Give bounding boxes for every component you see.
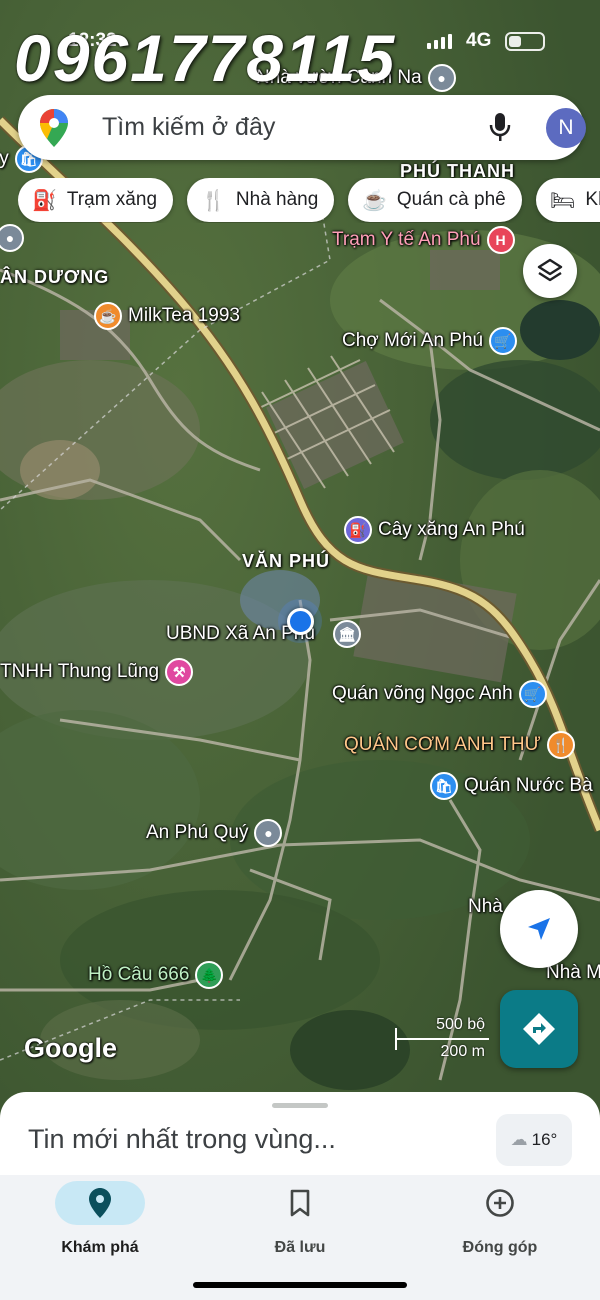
- park-icon: 🌲: [195, 961, 224, 989]
- poi-tnhh-thung-lung[interactable]: TNHH Thung Lũng ⚒: [0, 658, 194, 686]
- gas-icon: ⛽: [344, 516, 372, 544]
- poi-cay-xang-an-phu[interactable]: ⛽ Cây xăng An Phú: [344, 516, 531, 544]
- poi-label: QUÁN CƠM ANH THƯ: [344, 734, 541, 755]
- shopping-icon: 🛒: [489, 327, 518, 355]
- poi-label: Nhà M: [546, 962, 600, 983]
- pin-icon: ●: [0, 224, 24, 252]
- poi-tram-y-te-an-phu[interactable]: Trạm Y tế An Phú H: [326, 226, 515, 254]
- poi-cho-moi-an-phu[interactable]: Chợ Mới An Phú 🛒: [336, 327, 518, 355]
- poi-label: Cây xăng An Phú: [378, 519, 525, 540]
- poi-label: MilkTea 1993: [128, 305, 240, 326]
- battery-icon: [505, 32, 545, 51]
- my-location-button[interactable]: [500, 890, 578, 968]
- microphone-icon[interactable]: [488, 111, 512, 143]
- chip-label: Trạm xăng: [66, 189, 158, 210]
- hospital-icon: H: [486, 226, 515, 254]
- nav-label: Đóng góp: [462, 1239, 538, 1256]
- nav-label: Khám phá: [61, 1239, 139, 1256]
- shop-icon: 🛍: [430, 772, 458, 800]
- poi-an-phu-quy[interactable]: An Phú Quý ●: [140, 819, 283, 847]
- restaurant-icon: 🍴: [201, 189, 226, 212]
- poi-label: Chợ Mới An Phú: [342, 330, 484, 351]
- chip-label: Nhà hàng: [235, 189, 319, 210]
- poi-ubnd-xa-an-phu[interactable]: UBND Xã An Phú 🏛: [160, 620, 361, 648]
- hotel-icon: 🛏: [550, 189, 576, 212]
- sheet-drag-handle[interactable]: [272, 1103, 328, 1108]
- google-maps-logo-icon: [40, 109, 68, 147]
- signal-icon: [427, 34, 452, 49]
- current-location-dot: [287, 608, 314, 635]
- scale-imperial: 500 bộ: [436, 1016, 485, 1033]
- government-icon: 🏛: [332, 620, 361, 648]
- cafe-icon: ☕: [94, 302, 122, 330]
- pin-icon: ●: [427, 64, 456, 92]
- nav-contribute[interactable]: Đóng góp: [400, 1181, 600, 1257]
- network-type: 4G: [466, 30, 492, 51]
- directions-icon: [523, 1013, 555, 1045]
- layers-icon: [537, 258, 563, 282]
- poi-quan-vong-ngoc-anh[interactable]: Quán võng Ngọc Anh 🛒: [326, 680, 547, 708]
- search-bar[interactable]: Tìm kiếm ở đây N: [18, 95, 586, 160]
- poi-label: Trạm Y tế An Phú: [332, 229, 481, 250]
- chip-hotels[interactable]: 🛏 Khách sạn: [536, 178, 600, 222]
- nav-explore[interactable]: Khám phá: [0, 1181, 200, 1257]
- add-circle-icon: [486, 1189, 514, 1217]
- scale-metric: 200 m: [440, 1043, 485, 1060]
- chip-restaurants[interactable]: 🍴 Nhà hàng: [187, 178, 335, 222]
- nav-label: Đã lưu: [274, 1239, 326, 1256]
- pin-icon: ●: [254, 819, 283, 847]
- poi-milktea-1993[interactable]: ☕ MilkTea 1993: [94, 302, 246, 330]
- coffee-icon: ☕: [362, 189, 387, 212]
- restaurant-icon: 🍴: [546, 731, 575, 759]
- directions-button[interactable]: [500, 990, 578, 1068]
- bottom-sheet[interactable]: Tin mới nhất trong vùng... ☁ 16°: [0, 1092, 600, 1182]
- poi-label: TNHH Thung Lũng: [0, 661, 160, 682]
- area-label-van-phu: VĂN PHÚ: [242, 551, 331, 571]
- explore-pin-icon: [89, 1188, 111, 1218]
- poi-quan-com-anh-thu[interactable]: QUÁN CƠM ANH THƯ 🍴: [338, 731, 575, 759]
- gas-station-icon: ⛽: [32, 189, 57, 212]
- cloud-icon: ☁: [510, 1130, 528, 1149]
- bookmark-icon: [290, 1189, 310, 1217]
- poi-label: Hồ Câu 666: [88, 964, 190, 985]
- account-avatar[interactable]: N: [546, 108, 586, 148]
- weather-chip[interactable]: ☁ 16°: [496, 1114, 572, 1166]
- poi-label: ty: [0, 148, 9, 169]
- chip-coffee[interactable]: ☕ Quán cà phê: [348, 178, 522, 222]
- poi-label: Quán Nước Bà: [464, 775, 593, 796]
- sheet-title: Tin mới nhất trong vùng...: [28, 1124, 336, 1154]
- poi-label: An Phú Quý: [146, 822, 249, 843]
- google-attribution: Google: [24, 1033, 117, 1063]
- weather-temp: 16°: [531, 1130, 558, 1149]
- category-chips: ⛽ Trạm xăng 🍴 Nhà hàng ☕ Quán cà phê 🛏 K…: [18, 178, 600, 223]
- chip-label: Quán cà phê: [396, 189, 506, 210]
- shopping-icon: 🛒: [518, 680, 547, 708]
- poi-edge-marker[interactable]: ●: [0, 224, 24, 252]
- map-scale: 500 bộ 200 m: [393, 1016, 493, 1064]
- poi-quan-nuoc-ba[interactable]: 🛍 Quán Nước Bà: [430, 772, 599, 800]
- tools-icon: ⚒: [165, 658, 194, 686]
- phone-watermark: 0961778115: [14, 21, 397, 95]
- layers-button[interactable]: [523, 244, 577, 298]
- poi-label: Quán võng Ngọc Anh: [332, 683, 513, 704]
- navigation-arrow-icon: [528, 918, 550, 940]
- search-input[interactable]: Tìm kiếm ở đây: [102, 113, 275, 142]
- area-label-an-duong: ÂN DƯƠNG: [0, 267, 110, 287]
- poi-ho-cau-666[interactable]: Hồ Câu 666 🌲: [82, 961, 224, 989]
- chip-label: Khách sạn: [585, 189, 600, 210]
- chip-gas-station[interactable]: ⛽ Trạm xăng: [18, 178, 174, 222]
- home-indicator: [193, 1282, 407, 1288]
- poi-label: Nhà: [468, 896, 503, 917]
- nav-saved[interactable]: Đã lưu: [200, 1181, 400, 1257]
